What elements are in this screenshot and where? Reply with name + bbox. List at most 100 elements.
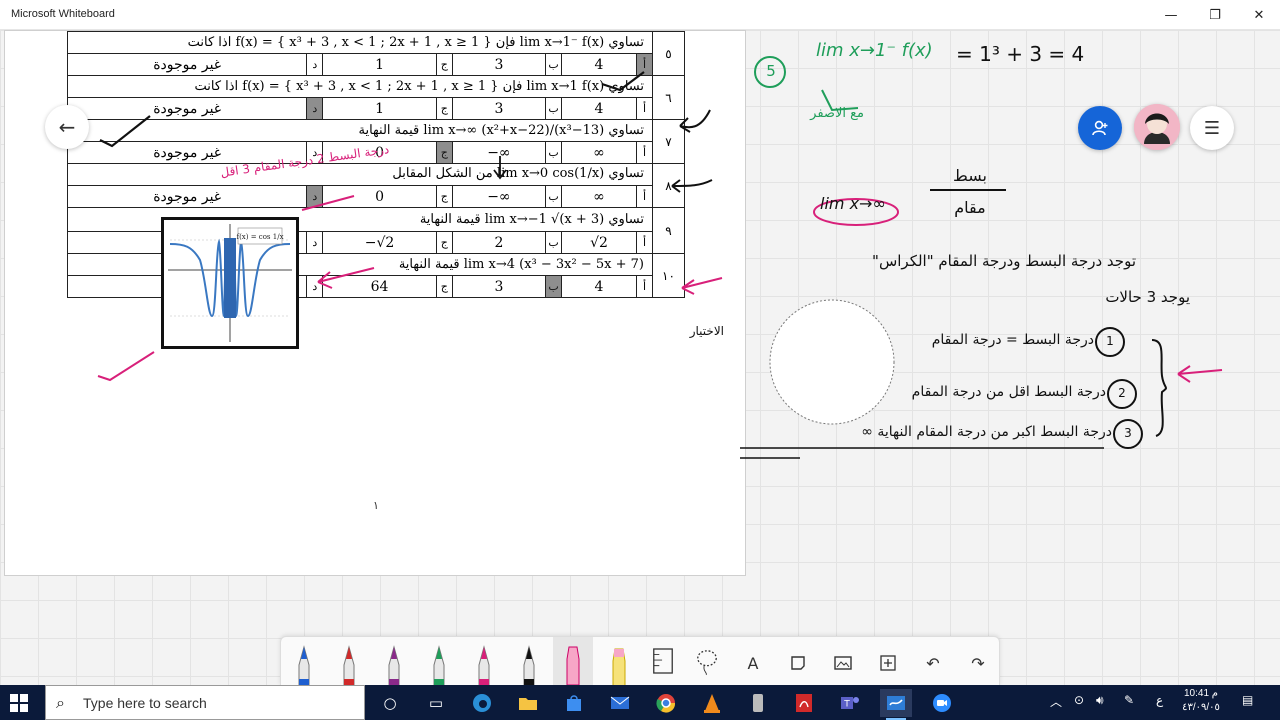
question-row: اذا كانت f(x) = { x³ + 3 , x < 1 ; 2x + … <box>67 75 685 120</box>
invite-button[interactable] <box>1078 106 1122 150</box>
pink-pen-tool[interactable] <box>471 645 497 688</box>
image-icon[interactable] <box>831 651 855 675</box>
pen-icon <box>388 645 400 688</box>
back-button[interactable]: ← <box>45 105 89 149</box>
arrow-ink <box>1177 365 1223 383</box>
worksheet-page[interactable]: اذا كانت f(x) = { x³ + 3 , x < 1 ; 2x + … <box>4 30 746 576</box>
answer-letter: ب <box>545 185 563 208</box>
mail-icon[interactable] <box>604 689 636 717</box>
hamburger-icon: ☰ <box>1203 117 1221 139</box>
question-number: ٥ <box>652 31 685 76</box>
answer-letter: د <box>306 185 324 208</box>
user-avatar[interactable] <box>1134 104 1180 150</box>
store-icon[interactable] <box>558 689 590 717</box>
answer-letter: ب <box>545 53 563 76</box>
answer-value: 3 <box>451 97 547 120</box>
person-add-icon <box>1092 120 1108 136</box>
highlighter-icon <box>612 648 626 688</box>
green-pen-tool[interactable] <box>426 645 452 688</box>
brace-ink <box>1151 339 1168 437</box>
search-placeholder: Type here to search <box>83 695 207 711</box>
cortana-icon[interactable]: ○ <box>374 689 406 717</box>
ruler-icon[interactable] <box>651 648 675 674</box>
windows-start-icon[interactable] <box>10 694 28 712</box>
answer-value: √2 <box>561 231 637 254</box>
whiteboard-icon[interactable] <box>880 689 912 720</box>
chevron-up-icon[interactable]: ︿ <box>1050 693 1062 710</box>
answer-value: غير موجودة <box>66 97 308 120</box>
text-icon[interactable]: A <box>741 651 765 675</box>
answer-letter: ب <box>545 275 563 298</box>
task-view-icon[interactable]: ▭ <box>420 689 452 717</box>
notification-icon[interactable]: ▤ <box>1242 693 1253 707</box>
black-pen-tool[interactable] <box>516 645 542 688</box>
question-number: ٦ <box>652 75 685 120</box>
question-text: قيمة النهاية lim x→4 (x³ − 3x² − 5x + 7) <box>67 253 653 276</box>
yellow-highlighter-tool[interactable] <box>606 645 632 688</box>
answer-letter: ج <box>435 275 453 298</box>
answer-letter: أ <box>636 231 653 254</box>
arrow-left-icon: ← <box>58 115 76 139</box>
edge-icon[interactable] <box>466 689 498 717</box>
question-text: من الشكل المقابل lim x→0 cos(1/x) تساوي <box>67 163 653 186</box>
questions-table: اذا كانت f(x) = { x³ + 3 , x < 1 ; 2x + … <box>66 31 685 298</box>
answer-letter: د <box>306 231 324 254</box>
answers-row: غير موجودة د 1 ج 3 ب 4 أ <box>66 97 685 120</box>
input-language[interactable]: ع <box>1156 693 1163 707</box>
question-number: ٧ <box>652 119 685 164</box>
undo-icon[interactable]: ↶ <box>921 651 945 675</box>
answer-letter: ب <box>545 141 563 164</box>
question-row: اذا كانت f(x) = { x³ + 3 , x < 1 ; 2x + … <box>67 31 685 76</box>
answer-letter: ب <box>545 231 563 254</box>
teams-icon[interactable]: T <box>834 689 866 717</box>
handwritten-note: مع الاصفر <box>810 106 864 121</box>
answer-value: −√2 <box>322 231 437 254</box>
maximize-button[interactable]: ❐ <box>1192 0 1238 30</box>
clock-time: 10:41 م <box>1183 688 1218 699</box>
handwritten-note: الاختيار <box>689 324 724 338</box>
question-number: ٩ <box>652 207 685 254</box>
taskbar-clock[interactable]: 10:41 م ٤٣/٠٩/٠٥ <box>1176 687 1226 715</box>
vlc-icon[interactable] <box>696 689 728 717</box>
answer-value: 4 <box>561 97 637 120</box>
clock-date: ٤٣/٠٩/٠٥ <box>1182 702 1220 713</box>
question-text: اذا كانت f(x) = { x³ + 3 , x < 1 ; 2x + … <box>67 31 653 54</box>
question-number: ٨ <box>652 163 685 208</box>
pen-icon <box>433 645 445 688</box>
app-title: Microsoft Whiteboard <box>11 8 115 20</box>
handwritten-limit: lim x→∞ <box>820 194 886 213</box>
answer-value: ∞ <box>561 185 637 208</box>
menu-button[interactable]: ☰ <box>1190 106 1234 150</box>
close-button[interactable]: ✕ <box>1236 0 1280 30</box>
redo-icon[interactable]: ↷ <box>966 651 990 675</box>
pink-highlighter-tool[interactable] <box>553 637 593 687</box>
pen-icon <box>298 645 310 688</box>
handwritten-number: 2 <box>1118 386 1126 400</box>
volume-icon[interactable]: 🔊︎ <box>1096 693 1104 708</box>
handwritten-heading: يوجد 3 حالات <box>1105 288 1190 306</box>
app-icon[interactable] <box>742 689 774 717</box>
chrome-icon[interactable] <box>650 689 682 717</box>
minimize-button[interactable]: — <box>1148 0 1194 30</box>
lasso-icon[interactable] <box>695 649 719 676</box>
question-text: اذا كانت f(x) = { x³ + 3 , x < 1 ; 2x + … <box>67 75 653 98</box>
taskbar-search-box[interactable]: ⌕ Type here to search <box>45 685 365 720</box>
answer-value: ∞ <box>561 141 637 164</box>
answer-letter: ب <box>545 97 563 120</box>
answer-letter: أ <box>636 185 653 208</box>
title-bar: Microsoft Whiteboard — ❐ ✕ <box>0 0 1280 30</box>
question-number: ١٠ <box>652 253 685 298</box>
handwritten-fraction-numerator: بسط <box>953 166 987 185</box>
zoom-icon[interactable] <box>926 689 958 717</box>
answer-value: 64 <box>322 275 437 298</box>
note-icon[interactable] <box>786 651 810 675</box>
whiteboard-canvas[interactable]: اذا كانت f(x) = { x³ + 3 , x < 1 ; 2x + … <box>0 30 1280 685</box>
pen-workspace-icon[interactable]: ✎ <box>1124 693 1134 707</box>
red-pen-tool[interactable] <box>336 645 362 688</box>
purple-pen-tool[interactable] <box>381 645 407 688</box>
answer-value: غير موجودة <box>66 53 308 76</box>
add-icon[interactable] <box>876 651 900 675</box>
file-explorer-icon[interactable] <box>512 689 544 717</box>
blue-pen-tool[interactable] <box>291 645 317 688</box>
pdf-icon[interactable] <box>788 689 820 717</box>
